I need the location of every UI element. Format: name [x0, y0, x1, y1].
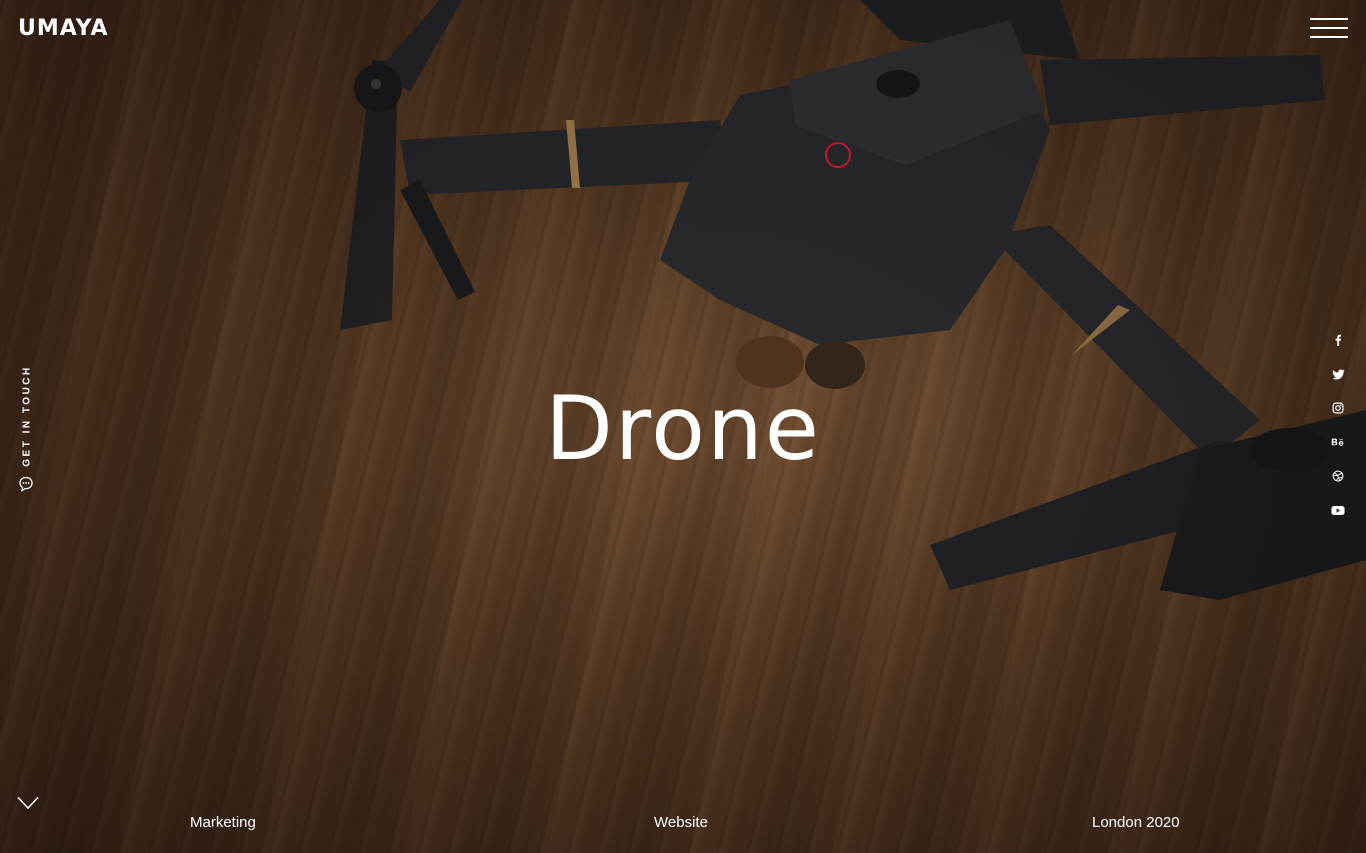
menu-line: [1310, 18, 1348, 20]
project-location-year: London 2020: [1092, 814, 1180, 831]
menu-line: [1310, 27, 1348, 29]
behance-icon[interactable]: [1330, 434, 1346, 450]
cursor-ring: [825, 142, 851, 168]
youtube-icon[interactable]: [1330, 502, 1346, 518]
social-links: [1330, 332, 1346, 518]
chevron-down-icon[interactable]: [17, 796, 39, 810]
site-logo[interactable]: UMAYA: [18, 17, 109, 41]
hamburger-menu-icon[interactable]: [1310, 18, 1348, 40]
hero-section: UMAYA GET IN TOUCH Drone Marketing Websi…: [0, 0, 1366, 853]
twitter-icon[interactable]: [1330, 366, 1346, 382]
facebook-icon[interactable]: [1330, 332, 1346, 348]
project-type: Website: [654, 814, 708, 831]
project-category: Marketing: [190, 814, 256, 831]
page-title: Drone: [545, 377, 821, 480]
instagram-icon[interactable]: [1330, 400, 1346, 416]
dribbble-icon[interactable]: [1330, 468, 1346, 484]
menu-line: [1310, 36, 1348, 38]
